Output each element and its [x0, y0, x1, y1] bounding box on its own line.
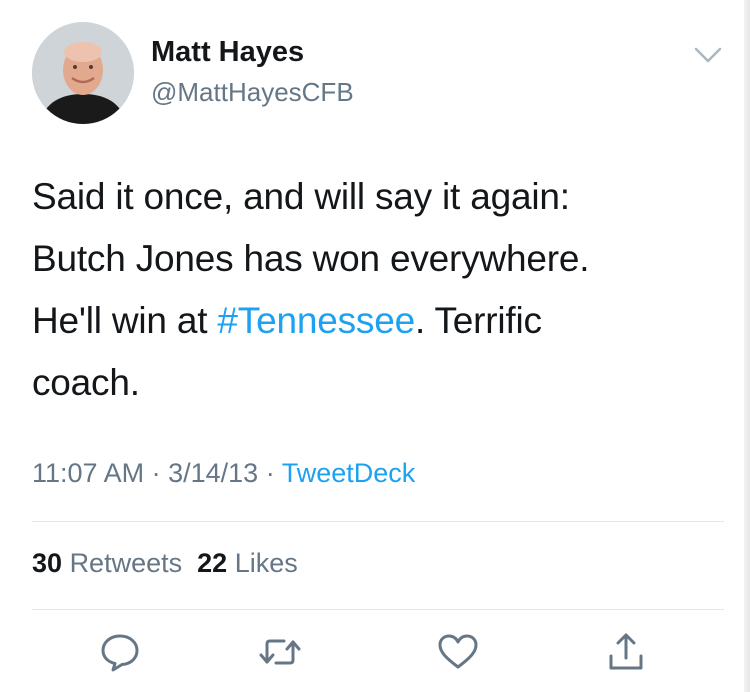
avatar[interactable]	[32, 22, 134, 124]
retweets-count: 30	[32, 548, 63, 578]
tweet-source-link[interactable]: TweetDeck	[282, 458, 416, 488]
tweet-text-segment: . Terrific	[414, 300, 542, 341]
tweet-text-line: Butch Jones has won everywhere.	[32, 238, 590, 279]
tweet-text-line: Butch Jones has won everywhere.	[32, 228, 712, 290]
chevron-down-icon[interactable]	[694, 46, 722, 64]
avatar-image	[32, 22, 134, 124]
author-handle[interactable]: @MattHayesCFB	[151, 77, 354, 108]
retweet-icon[interactable]	[258, 630, 302, 674]
tweet-text: Said it once, and will say it again: But…	[32, 166, 712, 414]
retweets-stat[interactable]: 30 Retweets	[32, 548, 182, 578]
tweet-text-line: coach.	[32, 362, 140, 403]
hashtag-link[interactable]: #Tennessee	[217, 300, 415, 341]
likes-stat[interactable]: 22 Likes	[197, 548, 298, 578]
retweets-label: Retweets	[69, 548, 183, 578]
author-name[interactable]: Matt Hayes	[151, 36, 304, 69]
divider	[32, 521, 724, 522]
tweet-text-line: He'll win at #Tennessee. Terrific	[32, 290, 712, 352]
meta-separator: ·	[151, 458, 161, 488]
likes-count: 22	[197, 548, 228, 578]
meta-separator: ·	[265, 458, 275, 488]
tweet-meta: 11:07 AM · 3/14/13 · TweetDeck	[32, 458, 415, 489]
tweet-stats: 30 Retweets 22 Likes	[32, 548, 298, 579]
reply-icon[interactable]	[98, 630, 142, 674]
likes-label: Likes	[234, 548, 298, 578]
tweet-time: 11:07 AM	[32, 458, 145, 488]
page-edge	[744, 0, 750, 692]
heart-icon[interactable]	[436, 630, 480, 674]
tweet-text-line: Said it once, and will say it again:	[32, 176, 570, 217]
share-icon[interactable]	[604, 630, 648, 674]
tweet-date: 3/14/13	[168, 458, 259, 488]
divider	[32, 609, 724, 610]
tweet-text-segment: He'll win at	[32, 300, 218, 341]
